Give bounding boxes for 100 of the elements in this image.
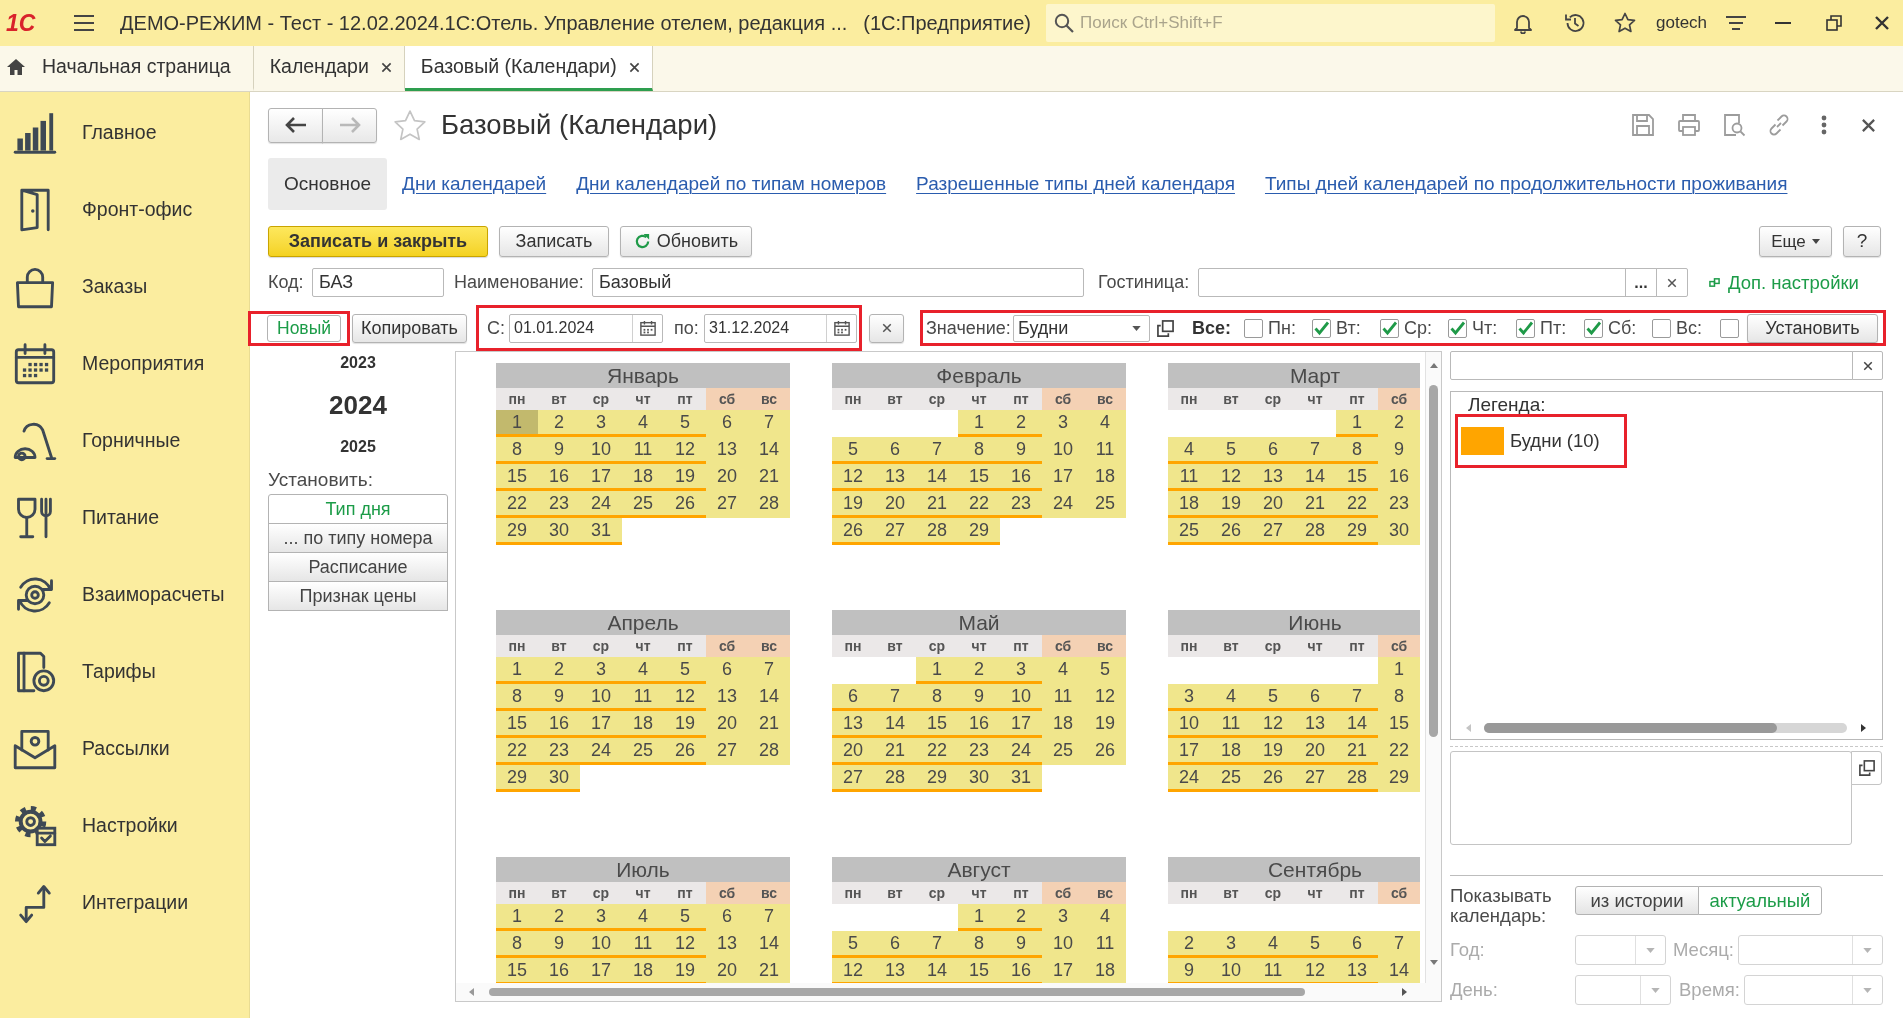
- calendar-day[interactable]: 13: [832, 711, 874, 738]
- year-item[interactable]: 2023: [268, 351, 448, 375]
- calendar-day[interactable]: 19: [664, 711, 706, 738]
- calendar-day[interactable]: 7: [916, 437, 958, 464]
- arrow-right-icon[interactable]: [1402, 988, 1407, 996]
- print-icon[interactable]: [1677, 113, 1701, 137]
- home-icon[interactable]: [6, 58, 26, 76]
- calendar-day[interactable]: 19: [664, 958, 706, 983]
- calendar-day[interactable]: 13: [1336, 958, 1378, 983]
- search-field[interactable]: [1450, 351, 1853, 380]
- form-tab[interactable]: Дни календарей по типам номеров: [561, 158, 902, 210]
- calendar-day[interactable]: 3: [580, 410, 622, 437]
- calendar-day[interactable]: 22: [958, 491, 1000, 518]
- calendar-day[interactable]: 18: [622, 711, 664, 738]
- calendar-day[interactable]: 5: [664, 904, 706, 931]
- calendar-day[interactable]: 10: [1168, 711, 1210, 738]
- calendar-day[interactable]: 10: [580, 931, 622, 958]
- calendar-day[interactable]: 1: [916, 657, 958, 684]
- calendar-day[interactable]: 17: [1000, 711, 1042, 738]
- calendar-day[interactable]: 16: [538, 958, 580, 983]
- calendar-day[interactable]: 14: [916, 464, 958, 491]
- calendar-day[interactable]: 20: [706, 464, 748, 491]
- close-icon[interactable]: [628, 61, 640, 73]
- calendar-day[interactable]: 7: [748, 410, 790, 437]
- open-button[interactable]: [1851, 751, 1882, 785]
- calendar-day[interactable]: 24: [1042, 491, 1084, 518]
- calendar-day[interactable]: 11: [1168, 464, 1210, 491]
- form-tab[interactable]: Разрешенные типы дней календаря: [901, 158, 1250, 210]
- calendar-day[interactable]: 9: [1378, 437, 1420, 464]
- back-button[interactable]: [268, 107, 323, 143]
- calendar-day[interactable]: 26: [664, 491, 706, 518]
- calendar-day[interactable]: 12: [664, 931, 706, 958]
- calendar-day[interactable]: 6: [706, 904, 748, 931]
- calendar-day[interactable]: 27: [1294, 765, 1336, 792]
- calendar-day[interactable]: 7: [1294, 437, 1336, 464]
- checkbox[interactable]: [1448, 318, 1467, 338]
- calendar-day[interactable]: 4: [622, 657, 664, 684]
- calendar-day[interactable]: 20: [1252, 491, 1294, 518]
- calendar-day[interactable]: 1: [496, 410, 538, 437]
- form-tab[interactable]: Основное: [268, 158, 388, 210]
- calendar-day[interactable]: 10: [1000, 684, 1042, 711]
- calendar-day[interactable]: 31: [580, 518, 622, 545]
- calendar-day[interactable]: 16: [1378, 464, 1420, 491]
- logo[interactable]: 1С: [6, 11, 42, 35]
- save-close-button[interactable]: Записать и закрыть: [268, 226, 488, 257]
- checkbox[interactable]: [1720, 318, 1739, 338]
- calendar-day[interactable]: 12: [1084, 684, 1126, 711]
- calendar-day[interactable]: 18: [1084, 958, 1126, 983]
- sidebar-item[interactable]: Мероприятия: [0, 325, 249, 402]
- calendar-day[interactable]: 18: [1210, 738, 1252, 765]
- calendar-day[interactable]: 30: [958, 765, 1000, 792]
- calendar-day[interactable]: 7: [1336, 684, 1378, 711]
- calendar-day[interactable]: 23: [538, 491, 580, 518]
- calendar-day[interactable]: 28: [1294, 518, 1336, 545]
- calendar-day[interactable]: 2: [538, 904, 580, 931]
- calendar-day[interactable]: 9: [1000, 931, 1042, 958]
- copy-icon[interactable]: [1157, 319, 1174, 337]
- calendar-day[interactable]: 18: [1042, 711, 1084, 738]
- calendar-day[interactable]: 14: [748, 684, 790, 711]
- calendar-day[interactable]: 14: [1336, 711, 1378, 738]
- calendar-day[interactable]: 15: [496, 958, 538, 983]
- calendar-day[interactable]: 3: [1168, 684, 1210, 711]
- tab[interactable]: Базовый (Календари): [404, 46, 653, 91]
- calendar-day[interactable]: 21: [1336, 738, 1378, 765]
- calendar-day[interactable]: 16: [1000, 958, 1042, 983]
- calendar-day[interactable]: 14: [874, 711, 916, 738]
- calendar-day[interactable]: 30: [538, 518, 580, 545]
- calendar-day[interactable]: 13: [1294, 711, 1336, 738]
- calendar-day[interactable]: 13: [874, 464, 916, 491]
- calendar-day[interactable]: 18: [622, 958, 664, 983]
- calendar-day[interactable]: 14: [916, 958, 958, 983]
- calendar-day[interactable]: 15: [1378, 711, 1420, 738]
- calendar-day[interactable]: 10: [1042, 437, 1084, 464]
- calendar-day[interactable]: 22: [496, 491, 538, 518]
- calendar-day[interactable]: 3: [580, 904, 622, 931]
- menu-icon[interactable]: [73, 14, 95, 32]
- settings-link[interactable]: Доп. настройки: [1709, 268, 1859, 297]
- calendar-day[interactable]: 3: [1210, 931, 1252, 958]
- calendar-day[interactable]: 16: [538, 464, 580, 491]
- calendar-day[interactable]: 19: [1210, 491, 1252, 518]
- calendar-day[interactable]: 26: [1252, 765, 1294, 792]
- calendar-day[interactable]: 28: [1336, 765, 1378, 792]
- close-icon[interactable]: [380, 61, 392, 73]
- calendar-day[interactable]: 6: [1252, 437, 1294, 464]
- more-icon[interactable]: [1821, 115, 1827, 135]
- calendar-day[interactable]: 23: [1378, 491, 1420, 518]
- calendar-day[interactable]: 12: [664, 684, 706, 711]
- star-icon[interactable]: [1614, 12, 1636, 34]
- calendar-day[interactable]: 24: [580, 738, 622, 765]
- close-icon[interactable]: [1862, 360, 1873, 371]
- apply-button[interactable]: Установить: [1747, 313, 1878, 343]
- calendar-day[interactable]: 21: [748, 711, 790, 738]
- calendar-day[interactable]: 11: [622, 684, 664, 711]
- calendar-day[interactable]: 24: [580, 491, 622, 518]
- calendar-day[interactable]: 2: [1168, 931, 1210, 958]
- form-tab[interactable]: Дни календарей: [387, 158, 562, 210]
- calendar-day[interactable]: 13: [706, 684, 748, 711]
- calendar-day[interactable]: 22: [496, 738, 538, 765]
- preview-icon[interactable]: [1722, 113, 1746, 137]
- calendar-day[interactable]: 18: [1168, 491, 1210, 518]
